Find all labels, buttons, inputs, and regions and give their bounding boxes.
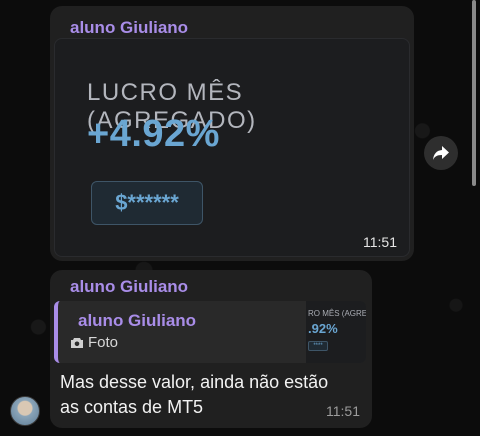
reply-thumbnail: RO MÊS (AGREG .92% **** [306,301,366,363]
photo-value: +4.92% [87,113,220,155]
reply-sender: aluno Giuliano [78,311,197,330]
message-time: 11:51 [326,403,360,419]
camera-icon [71,337,83,348]
forward-button[interactable] [424,136,458,170]
scrollbar[interactable] [472,0,476,186]
message-time: 11:51 [363,234,397,250]
reply-type-label: Foto [88,334,119,351]
message-sender[interactable]: aluno Giuliano [70,277,188,297]
message-text: Mas desse valor, ainda não estão as cont… [60,372,329,417]
message-bubble[interactable]: aluno Giuliano aluno Giuliano Foto RO MÊ… [50,270,372,428]
thumb-box: **** [308,341,328,351]
reply-type: Foto [70,334,118,351]
thumb-value: .92% [308,321,338,336]
message-sender[interactable]: aluno Giuliano [70,18,188,38]
reply-quote[interactable]: aluno Giuliano Foto RO MÊS (AGREG .92% *… [54,301,366,363]
message-bubble[interactable]: aluno Giuliano LUCRO MÊS (AGREGADO) +4.9… [50,6,414,261]
thumb-title: RO MÊS (AGREG [308,309,366,318]
photo-attachment[interactable]: LUCRO MÊS (AGREGADO) +4.92% $****** 11:5… [54,38,410,257]
avatar[interactable] [10,396,40,426]
forward-arrow-icon [433,146,449,160]
photo-masked-amount: $****** [91,181,203,225]
